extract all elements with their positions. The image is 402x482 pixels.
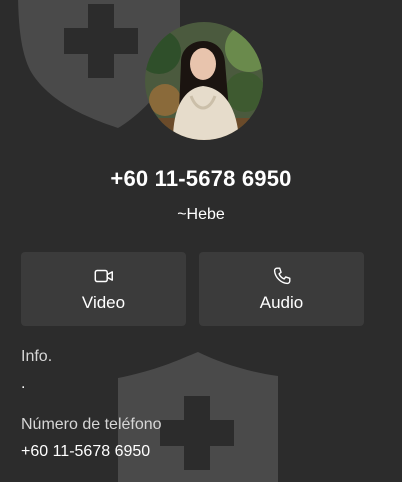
phone-number-value[interactable]: +60 11-5678 6950	[21, 443, 150, 461]
audio-call-button[interactable]: Audio	[199, 252, 364, 326]
info-value: .	[21, 375, 26, 392]
avatar[interactable]	[145, 22, 263, 140]
info-label: Info.	[21, 348, 53, 365]
contact-info-panel: +60 11-5678 6950 ~Hebe Video Audio Info.…	[0, 0, 402, 482]
contact-phone-title: +60 11-5678 6950	[110, 166, 292, 191]
audio-call-label: Audio	[259, 293, 304, 312]
contact-nickname: ~Hebe	[177, 206, 225, 223]
video-call-button[interactable]: Video	[21, 252, 186, 326]
video-camera-icon	[94, 269, 113, 283]
phone-number-label: Número de teléfono	[21, 416, 162, 433]
video-call-label: Video	[81, 293, 126, 312]
phone-handset-icon	[273, 267, 290, 285]
